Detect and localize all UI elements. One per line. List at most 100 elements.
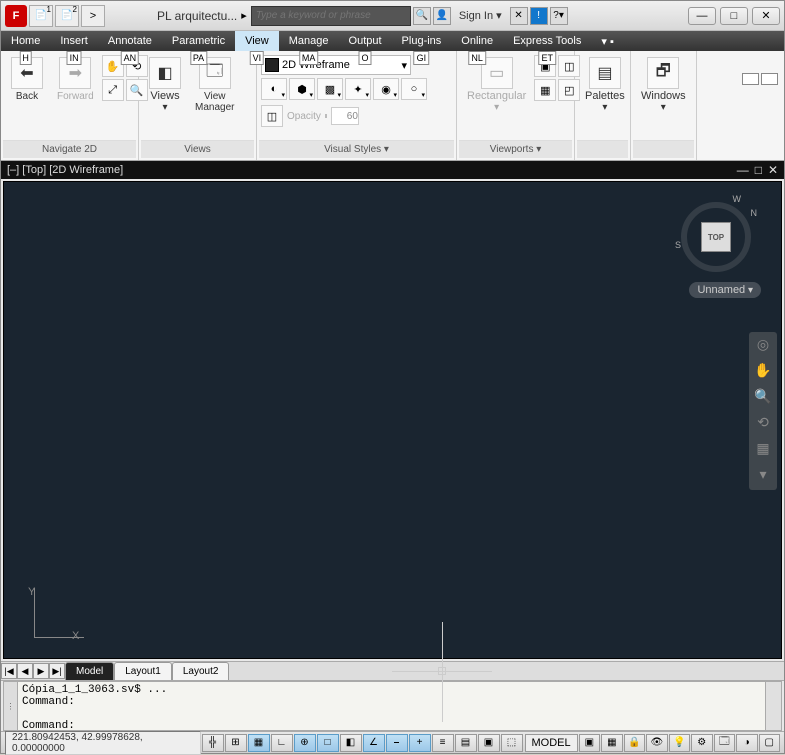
isolate-objects[interactable]: ◑ — [736, 734, 757, 752]
window-title: PL arquitectu... — [157, 9, 237, 23]
overflow-keytips: X2 X3 — [742, 73, 778, 85]
tab-layout2[interactable]: Layout2 — [172, 662, 230, 680]
model-space-button[interactable]: MODEL — [525, 734, 578, 752]
palettes-button[interactable]: ▤ Palettes▾ — [579, 55, 631, 115]
tab-layout1[interactable]: Layout1 — [114, 662, 172, 680]
status-otrack[interactable]: ∠ — [363, 734, 385, 752]
workspace-switching[interactable]: ⚙ — [691, 734, 712, 752]
titlebar: F 📄1 📄2 > PL arquitectu... ▸ 🔍 👤 Sign In… — [1, 1, 784, 31]
app-menu-button[interactable]: F — [5, 5, 27, 27]
command-window[interactable]: ⋮ Cópia_1_1_3063.sv$ ... Command: Comman… — [3, 681, 782, 731]
tab-view[interactable]: ViewVI — [235, 31, 279, 51]
status-dyn[interactable]: + — [409, 734, 431, 752]
status-qp[interactable]: ▣ — [478, 734, 500, 752]
vs-tool-4[interactable]: ✦ — [345, 78, 371, 100]
status-infer[interactable]: ╬ — [202, 734, 224, 752]
vs-tool-5[interactable]: ◉ — [373, 78, 399, 100]
xray-toggle[interactable]: ◫ — [261, 105, 283, 127]
status-3dosnap[interactable]: ◧ — [340, 734, 362, 752]
showmotion-icon[interactable]: ▦ — [753, 440, 773, 460]
status-snap[interactable]: ⊞ — [225, 734, 247, 752]
command-scrollbar[interactable] — [765, 682, 781, 730]
clean-screen[interactable]: ▢ — [759, 734, 780, 752]
windows-button[interactable]: 🗗 Windows▾ — [635, 55, 692, 115]
vp-close-icon[interactable]: ✕ — [768, 163, 778, 177]
command-handle-icon[interactable]: ⋮ — [4, 682, 18, 730]
status-polar[interactable]: ⊕ — [294, 734, 316, 752]
close-button[interactable]: ✕ — [752, 7, 780, 25]
qat-more[interactable]: > — [81, 5, 105, 27]
qat-doc1[interactable]: 📄1 — [29, 5, 53, 27]
status-tpy[interactable]: ▤ — [455, 734, 477, 752]
tab-output[interactable]: OutputO — [339, 31, 392, 51]
window-controls: — □ ✕ — [688, 7, 780, 25]
viewcube[interactable]: TOP N W S — [681, 202, 751, 272]
infocenter-search[interactable] — [251, 6, 411, 26]
drawing-canvas[interactable]: Y X TOP N W S Unnamed ▾ ◎ ✋ 🔍 ⟲ ▦ ▾ — [3, 181, 782, 659]
tab-manage[interactable]: ManageMA — [279, 31, 339, 51]
qat-doc2[interactable]: 📄2 — [55, 5, 79, 27]
tab-annotate[interactable]: AnnotateAN — [98, 31, 162, 51]
navbar-options-icon[interactable]: ▾ — [753, 466, 773, 486]
annotation-visibility[interactable]: 👁 — [646, 734, 667, 752]
app-window: F 📄1 📄2 > PL arquitectu... ▸ 🔍 👤 Sign In… — [0, 0, 785, 754]
exchange-icon[interactable]: ✕ — [510, 7, 528, 25]
vp-config-button[interactable]: ▦ — [534, 79, 556, 101]
tab-overflow[interactable]: ▾ ▪ — [591, 31, 623, 51]
views-dropdown[interactable]: ◧ Views▾ — [143, 55, 187, 115]
viewport-label[interactable]: [–] [Top] [2D Wireframe] — [7, 164, 123, 176]
quick-view-layouts[interactable]: ▣ — [579, 734, 600, 752]
tab-expresstools[interactable]: Express ToolsET — [503, 31, 591, 51]
tab-prev[interactable]: ◀ — [17, 663, 33, 679]
signin-link[interactable]: Sign In ▾ — [453, 9, 508, 22]
status-grid[interactable]: ▦ — [248, 734, 270, 752]
tab-home[interactable]: HomeH — [1, 31, 50, 51]
command-history[interactable]: Cópia_1_1_3063.sv$ ... Command: Command: — [18, 682, 765, 730]
full-nav-wheel-icon[interactable]: ◎ — [753, 336, 773, 356]
vp-minimize-icon[interactable]: — — [737, 163, 749, 177]
status-lwt[interactable]: ≡ — [432, 734, 454, 752]
status-ortho[interactable]: ∟ — [271, 734, 293, 752]
status-ducs[interactable]: ⎯ — [386, 734, 408, 752]
hardware-accel[interactable]: 🗔 — [714, 734, 735, 752]
status-osnap[interactable]: □ — [317, 734, 339, 752]
view-name-badge[interactable]: Unnamed ▾ — [689, 282, 761, 298]
info-icon[interactable]: ! — [530, 7, 548, 25]
annotation-scale[interactable]: 🔒 — [624, 734, 645, 752]
visual-style-dropdown[interactable]: 2D Wireframe ▾ — [261, 55, 411, 75]
tab-online[interactable]: OnlineNL — [451, 31, 503, 51]
panel-palettes: ▤ Palettes▾ — [575, 51, 631, 160]
signin-icon[interactable]: 👤 — [433, 7, 451, 25]
viewport-header: [–] [Top] [2D Wireframe] — □ ✕ — [1, 161, 784, 179]
vs-tool-3[interactable]: ▩ — [317, 78, 343, 100]
opacity-value[interactable] — [331, 107, 359, 125]
vs-tool-2[interactable]: ⬢ — [289, 78, 315, 100]
compass-s: S — [675, 240, 681, 250]
minimize-button[interactable]: — — [688, 7, 716, 25]
tab-insert[interactable]: InsertIN — [50, 31, 98, 51]
quick-view-drawings[interactable]: ▦ — [601, 734, 622, 752]
vp-maximize-icon[interactable]: □ — [755, 163, 762, 177]
tab-last[interactable]: ▶| — [49, 663, 65, 679]
opacity-slider[interactable] — [325, 114, 327, 118]
tab-plugins[interactable]: Plug-insGI — [392, 31, 452, 51]
pan-tool-icon[interactable]: ✋ — [753, 362, 773, 382]
vs-tool-6[interactable]: ○ — [401, 78, 427, 100]
extents-button[interactable]: ⤢ — [102, 79, 124, 101]
maximize-button[interactable]: □ — [720, 7, 748, 25]
orbit-tool-icon[interactable]: ⟲ — [753, 414, 773, 434]
vs-tool-1[interactable]: ◐ — [261, 78, 287, 100]
coordinate-display[interactable]: 221.80942453, 42.99978628, 0.00000000 — [5, 731, 201, 755]
tab-first[interactable]: |◀ — [1, 663, 17, 679]
windows-icon: 🗗 — [647, 57, 679, 89]
auto-scale[interactable]: 💡 — [669, 734, 690, 752]
tab-parametric[interactable]: ParametricPA — [162, 31, 235, 51]
search-icon[interactable]: 🔍 — [413, 7, 431, 25]
help-icon[interactable]: ?▾ — [550, 7, 568, 25]
zoom-tool-icon[interactable]: 🔍 — [753, 388, 773, 408]
viewcube-top-face[interactable]: TOP — [701, 222, 731, 252]
tab-next[interactable]: ▶ — [33, 663, 49, 679]
tab-model[interactable]: Model — [65, 662, 114, 680]
ucs-y-label: Y — [28, 586, 35, 598]
status-sc[interactable]: ⬚ — [501, 734, 523, 752]
